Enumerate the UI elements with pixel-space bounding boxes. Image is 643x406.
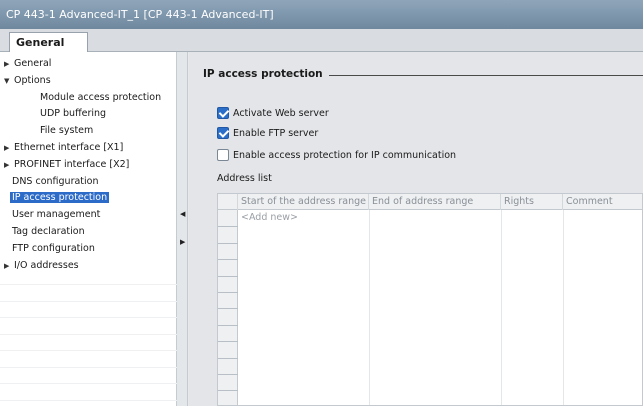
tab-strip: General	[0, 29, 643, 53]
row-header-line	[218, 374, 238, 375]
collapse-left-icon[interactable]: ◀	[180, 208, 185, 220]
nav-item-label: Ethernet interface [X1]	[14, 142, 124, 153]
tree-spacer-line	[0, 366, 177, 368]
nav-item-label: I/O addresses	[14, 259, 79, 271]
nav-item-label: File system	[40, 125, 94, 137]
nav-item[interactable]: ▶ PROFINET interface [X2]	[4, 157, 129, 173]
tab-general[interactable]: General	[9, 32, 88, 53]
tree-spacer-line	[0, 399, 177, 401]
option-enable-access-protection[interactable]: Enable access protection for IP communic…	[217, 149, 456, 163]
nav-item-label: User management	[12, 209, 101, 221]
collapsed-arrow-icon[interactable]: ▶	[4, 56, 14, 72]
expand-right-icon[interactable]: ▶	[180, 236, 185, 248]
row-header-line	[218, 324, 238, 326]
nav-item-label: UDP buffering	[40, 108, 107, 120]
collapsed-arrow-icon[interactable]: ▶	[4, 140, 14, 156]
row-header-line	[218, 341, 238, 343]
nav-item[interactable]: Tag declaration	[12, 224, 85, 240]
nav-item[interactable]: Module access protection	[40, 90, 161, 106]
nav-item-label: PROFINET interface [X2]	[14, 158, 130, 170]
row-header-line	[218, 226, 238, 228]
nav-item[interactable]: ▶ Ethernet interface [X1]	[4, 140, 123, 156]
column-divider	[369, 210, 370, 405]
window-title: CP 443-1 Advanced-IT_1 [CP 443-1 Advance…	[0, 0, 643, 29]
column-header-end[interactable]: End of address range	[369, 194, 501, 210]
tree-spacer-line	[0, 317, 177, 318]
collapsed-arrow-icon[interactable]: ▶	[4, 157, 14, 173]
nav-item[interactable]: FTP configuration	[12, 241, 95, 257]
nav-item[interactable]: User management	[12, 207, 100, 223]
tree-spacer-line	[0, 284, 177, 285]
option-label: Enable FTP server	[233, 128, 319, 139]
column-header-start[interactable]: Start of the address range	[238, 194, 369, 210]
nav-item[interactable]: File system	[40, 123, 93, 139]
nav-item[interactable]: ▶ I/O addresses	[4, 258, 79, 274]
option-label: Activate Web server	[233, 108, 329, 119]
row-header-line	[218, 390, 238, 392]
address-list-label: Address list	[217, 173, 272, 184]
navigation-tree: ▶ General ▼ Options Module access protection…	[0, 52, 177, 406]
tree-spacer-line	[0, 350, 177, 351]
option-enable-ftp-server[interactable]: Enable FTP server	[217, 127, 318, 141]
tree-spacer-line	[0, 300, 177, 302]
checkbox[interactable]	[217, 107, 229, 119]
nav-item[interactable]: ▼ Options	[4, 73, 51, 89]
row-header-line	[218, 292, 238, 293]
content-panel: IP access protection Activate Web server…	[189, 52, 643, 406]
option-label: Enable access protection for IP communic…	[233, 150, 457, 161]
address-list-table[interactable]: Start of the address range End of addres…	[217, 193, 643, 406]
row-header-line	[218, 308, 238, 310]
option-activate-web-server[interactable]: Activate Web server	[217, 107, 329, 121]
splitter[interactable]: ◀ ▶	[177, 52, 188, 406]
nav-item-label: General	[14, 58, 52, 69]
table-header: Start of the address range End of addres…	[218, 194, 642, 210]
nav-item[interactable]: ▶ General	[4, 56, 51, 72]
collapsed-arrow-icon[interactable]: ▶	[4, 258, 14, 274]
column-header-comment[interactable]: Comment	[563, 194, 642, 210]
checkbox[interactable]	[217, 127, 229, 139]
nav-item[interactable]: IP access protection	[10, 190, 110, 206]
add-new-row[interactable]: <Add new>	[241, 212, 298, 223]
section-divider	[329, 75, 643, 76]
row-header-line	[218, 259, 238, 261]
row-header-corner	[218, 194, 238, 210]
nav-item[interactable]: UDP buffering	[40, 106, 106, 122]
nav-item-label: Module access protection	[40, 91, 162, 103]
column-header-rights[interactable]: Rights	[501, 194, 563, 210]
expanded-arrow-icon[interactable]: ▼	[4, 73, 14, 89]
nav-item-label: IP access protection	[10, 192, 110, 204]
nav-item-label: Options	[14, 74, 51, 86]
nav-item-label: FTP configuration	[12, 242, 95, 254]
nav-item-label: DNS configuration	[12, 175, 99, 187]
row-headers	[218, 210, 238, 405]
row-header-line	[218, 242, 238, 244]
tree-spacer-line	[0, 333, 177, 335]
column-divider	[563, 210, 564, 405]
row-header-line	[218, 275, 238, 277]
row-header-line	[218, 357, 238, 359]
column-divider	[501, 210, 502, 405]
section-title: IP access protection	[203, 68, 323, 80]
checkbox[interactable]	[217, 149, 229, 161]
tree-spacer-line	[0, 383, 177, 384]
nav-item[interactable]: DNS configuration	[12, 174, 99, 190]
nav-item-label: Tag declaration	[12, 226, 85, 237]
